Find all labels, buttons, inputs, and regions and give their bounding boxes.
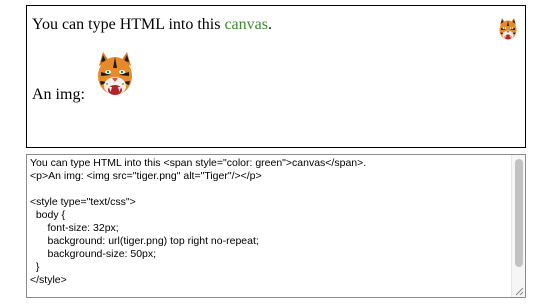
tiger-background-icon: [496, 16, 520, 44]
code-line: body {: [30, 209, 66, 221]
preview-text-suffix: .: [267, 16, 272, 33]
canvas-green-word: canvas: [224, 16, 268, 33]
code-line: background-size: 50px;: [30, 248, 157, 260]
vertical-scrollbar[interactable]: [511, 155, 525, 297]
code-line: <p>An img: <img src="tiger.png" alt="Tig…: [30, 170, 262, 182]
code-line: </style>: [30, 274, 67, 286]
scrollbar-thumb[interactable]: [515, 159, 523, 267]
tiger-image-icon: [93, 48, 137, 104]
preview-text-line: You can type HTML into this canvas.: [32, 16, 272, 34]
img-label: An img:: [32, 86, 85, 103]
source-code[interactable]: You can type HTML into this <span style=…: [30, 157, 366, 287]
resize-grip-icon[interactable]: [514, 286, 524, 296]
code-line: You can type HTML into this <span style=…: [30, 157, 367, 169]
html-canvas-preview: You can type HTML into this canvas. An i…: [26, 5, 526, 148]
code-line: <style type="text/css">: [30, 196, 136, 208]
code-line: }: [30, 261, 40, 273]
code-line: font-size: 32px;: [30, 222, 119, 234]
html-source-textarea[interactable]: You can type HTML into this <span style=…: [26, 154, 526, 298]
code-line: background: url(tiger.png) top right no-…: [30, 235, 259, 247]
preview-text-prefix: You can type HTML into this: [32, 16, 225, 33]
